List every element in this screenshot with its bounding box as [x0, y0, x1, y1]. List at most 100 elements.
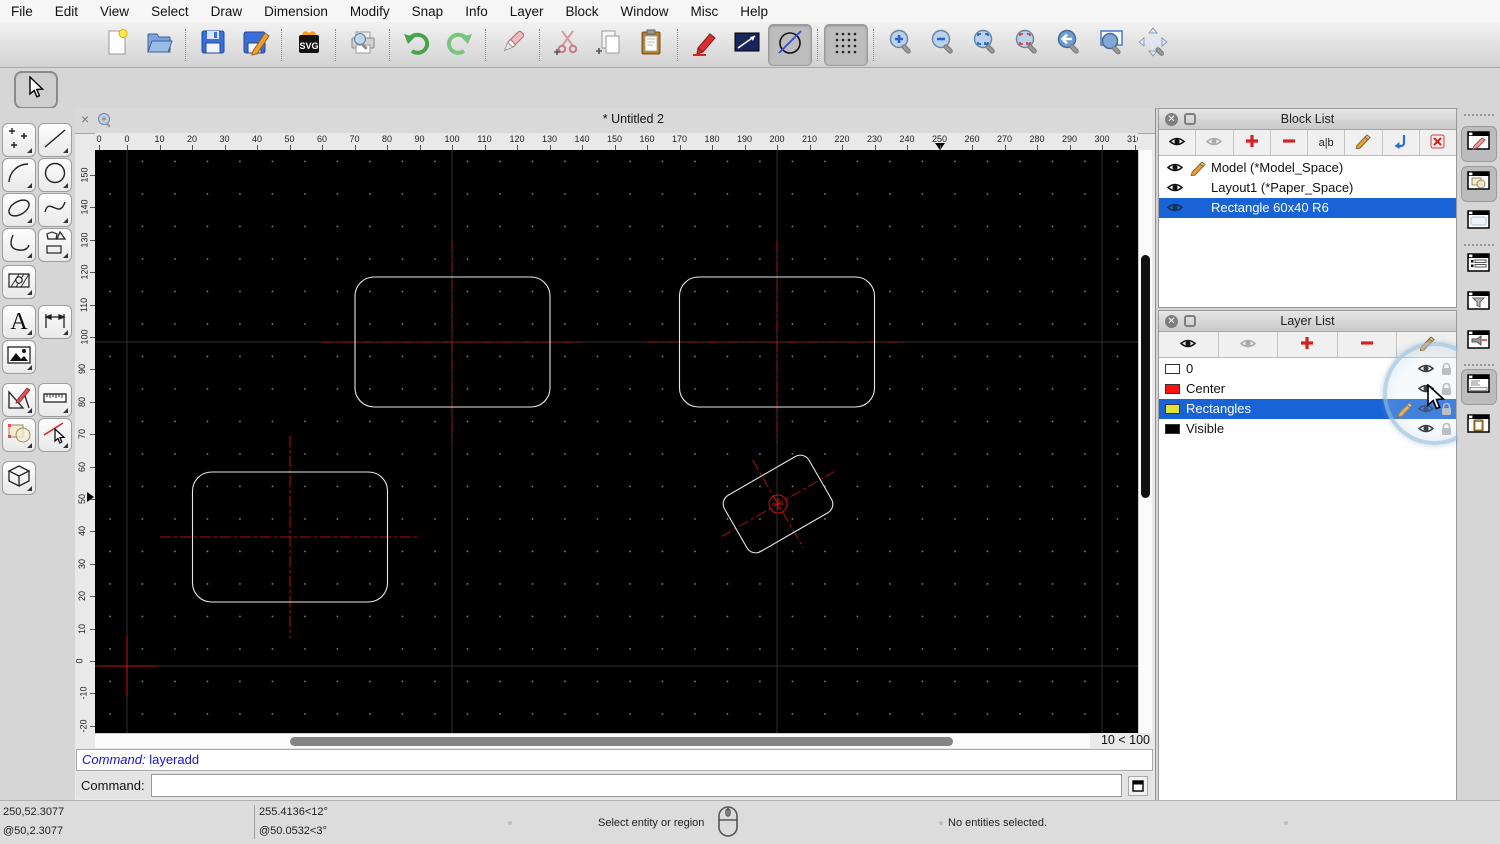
points-tool-button[interactable]	[2, 123, 36, 157]
visibility-eye-icon[interactable]	[1166, 161, 1184, 177]
menu-draw[interactable]: Draw	[200, 4, 254, 19]
block-insert-button[interactable]	[1383, 130, 1420, 155]
hatch-tool-button[interactable]	[2, 265, 36, 299]
solid-3d-tool-button[interactable]	[2, 461, 36, 495]
visibility-eye-icon[interactable]	[1166, 181, 1184, 197]
dock-clipboard-toggle[interactable]	[1461, 409, 1497, 445]
block-remove-button[interactable]	[1271, 130, 1308, 155]
dimension-tool-button[interactable]	[38, 305, 72, 339]
menu-view[interactable]: View	[89, 4, 140, 19]
undo-button[interactable]	[396, 25, 438, 65]
layer-lock-icon[interactable]	[1440, 362, 1453, 379]
block-row-rectangle[interactable]: Rectangle 60x40 R6	[1159, 198, 1456, 218]
layer-row-0[interactable]: 0	[1159, 359, 1456, 379]
polygon-tool-button[interactable]	[38, 228, 72, 262]
dock-entity-list-toggle[interactable]	[1461, 248, 1497, 284]
save-as-button[interactable]	[234, 25, 276, 65]
measure-tool-button[interactable]	[38, 383, 72, 417]
menu-misc[interactable]: Misc	[680, 4, 730, 19]
menu-window[interactable]: Window	[610, 4, 680, 19]
print-preview-button[interactable]	[342, 25, 384, 65]
menu-file[interactable]: File	[0, 4, 44, 19]
tab-close-icon[interactable]: ×	[81, 111, 89, 127]
horizontal-scrollbar[interactable]	[95, 733, 1090, 748]
menu-block[interactable]: Block	[555, 4, 610, 19]
cut-button[interactable]	[546, 25, 588, 65]
drawing-tab-icon[interactable]	[97, 112, 113, 133]
circle-tool-button[interactable]	[38, 158, 72, 192]
arc-tool-button[interactable]	[2, 158, 36, 192]
copy-button[interactable]	[588, 25, 630, 65]
menu-snap[interactable]: Snap	[401, 4, 455, 19]
menu-dimension[interactable]: Dimension	[253, 4, 339, 19]
line-tool-button[interactable]	[38, 123, 72, 157]
zoom-previous-button[interactable]	[1006, 25, 1048, 65]
select-entity-tool-button[interactable]	[38, 418, 72, 452]
layer-add-button[interactable]	[1278, 332, 1338, 357]
dock-filter-toggle[interactable]	[1461, 286, 1497, 322]
block-tool-button[interactable]	[2, 418, 36, 452]
block-show-all-button[interactable]	[1159, 130, 1197, 155]
block-add-button[interactable]	[1234, 130, 1271, 155]
tool-palette: A	[0, 108, 75, 800]
layer-remove-button[interactable]	[1338, 332, 1398, 357]
spline-tool-button[interactable]	[38, 193, 72, 227]
menu-edit[interactable]: Edit	[44, 4, 89, 19]
line-properties-button[interactable]	[726, 25, 768, 65]
new-file-button[interactable]	[96, 25, 138, 65]
menu-modify[interactable]: Modify	[339, 4, 401, 19]
dock-pen-palette-toggle[interactable]	[1461, 325, 1497, 361]
grid-toggle-button[interactable]	[824, 23, 868, 66]
zoom-pan-button[interactable]	[1132, 25, 1174, 65]
pen-edit-button[interactable]	[684, 25, 726, 65]
layer-row-visible[interactable]: Visible	[1159, 419, 1456, 439]
dock-library-browser-toggle[interactable]	[1461, 166, 1497, 202]
layer-lock-icon[interactable]	[1440, 422, 1453, 439]
paste-button[interactable]	[630, 25, 672, 65]
circle-line-button[interactable]	[768, 23, 812, 66]
zoom-window-button[interactable]	[1090, 25, 1132, 65]
zoom-out-button[interactable]	[922, 25, 964, 65]
block-delete-button[interactable]	[1420, 130, 1456, 155]
menu-info[interactable]: Info	[454, 4, 499, 19]
layer-edit-button[interactable]	[1397, 332, 1456, 357]
vertical-scrollbar-thumb[interactable]	[1141, 255, 1150, 498]
layer-visibility-eye-icon[interactable]	[1417, 422, 1435, 438]
open-file-button[interactable]	[138, 25, 180, 65]
layer-row-rectangles[interactable]: Rectangles	[1159, 399, 1456, 419]
zoom-auto-button[interactable]	[964, 25, 1006, 65]
layer-visibility-eye-icon[interactable]	[1417, 362, 1435, 378]
redo-button[interactable]	[438, 25, 480, 65]
menu-help[interactable]: Help	[729, 4, 779, 19]
layer-row-center[interactable]: Center	[1159, 379, 1456, 399]
polyline-tool-button[interactable]	[2, 228, 36, 262]
block-row-layout1[interactable]: Layout1 (*Paper_Space)	[1159, 178, 1456, 198]
save-button[interactable]	[192, 25, 234, 65]
command-detach-button[interactable]	[1128, 775, 1148, 796]
block-hide-all-button[interactable]	[1196, 130, 1234, 155]
modify-tool-button[interactable]	[2, 383, 36, 417]
delete-button[interactable]	[492, 25, 534, 65]
block-row-model[interactable]: Model (*Model_Space)	[1159, 158, 1456, 178]
menu-layer[interactable]: Layer	[499, 4, 555, 19]
dock-command-widget-toggle[interactable]	[1461, 369, 1497, 405]
zoom-in-button[interactable]	[880, 25, 922, 65]
export-svg-button[interactable]: SVG	[288, 25, 330, 65]
dock-block-list-toggle[interactable]	[1461, 126, 1497, 162]
select-tool-button[interactable]	[14, 71, 58, 109]
zoom-back-button[interactable]	[1048, 25, 1090, 65]
command-input[interactable]	[150, 774, 1122, 797]
menu-select[interactable]: Select	[140, 4, 200, 19]
ellipse-tool-button[interactable]	[2, 193, 36, 227]
text-tool-button[interactable]: A	[2, 305, 36, 339]
image-tool-button[interactable]	[2, 340, 36, 374]
block-edit-button[interactable]	[1345, 130, 1383, 155]
block-rename-button[interactable]: a|b	[1308, 130, 1346, 155]
visibility-eye-icon[interactable]	[1166, 201, 1184, 217]
horizontal-scrollbar-thumb[interactable]	[290, 737, 953, 746]
drawing-canvas[interactable]	[95, 150, 1138, 733]
layer-show-all-button[interactable]	[1159, 332, 1219, 357]
dock-layout-toggle[interactable]	[1461, 205, 1497, 241]
layer-hide-all-button[interactable]	[1219, 332, 1279, 357]
vertical-scrollbar[interactable]	[1138, 150, 1152, 733]
